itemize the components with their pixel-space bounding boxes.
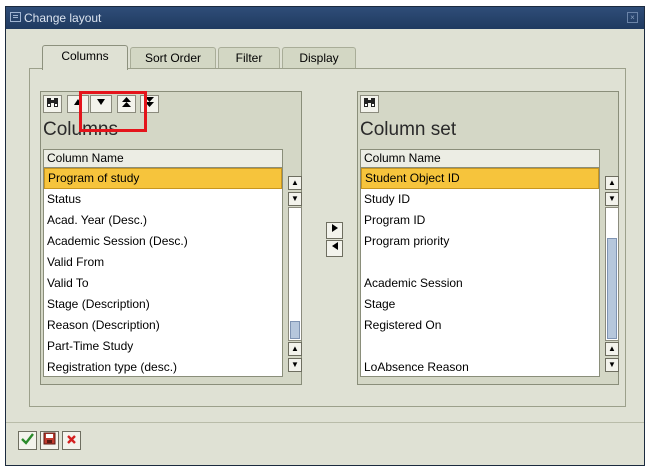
tab-filter[interactable]: Filter xyxy=(218,47,280,69)
window-title: Change layout xyxy=(24,11,102,25)
table-row[interactable]: Program of study xyxy=(44,168,282,189)
table-row[interactable]: Reason (Description) xyxy=(44,315,282,336)
page-up-icon[interactable]: ▲ xyxy=(605,342,619,356)
table-row[interactable] xyxy=(361,252,599,273)
available-columns-table: Column Name Program of study Status Acad… xyxy=(43,149,283,377)
available-columns-box: Columns Column Name Program of study Sta… xyxy=(40,91,302,385)
tab-sort-order[interactable]: Sort Order xyxy=(130,47,216,69)
right-toolbar xyxy=(358,92,618,116)
scroll-track[interactable] xyxy=(288,207,302,341)
table-row[interactable]: Status xyxy=(44,189,282,210)
close-icon[interactable]: × xyxy=(627,12,638,23)
table-row[interactable]: Program ID xyxy=(361,210,599,231)
table-row[interactable]: Registered On xyxy=(361,315,599,336)
remove-column-arrow-icon[interactable] xyxy=(326,240,343,257)
scroll-thumb[interactable] xyxy=(290,321,300,339)
cancel-x-icon[interactable] xyxy=(62,431,81,450)
table-row[interactable]: LoAbsence Reason xyxy=(361,357,599,378)
table-row[interactable]: Valid From xyxy=(44,252,282,273)
scroll-thumb[interactable] xyxy=(607,238,617,339)
table-row[interactable]: Stage xyxy=(361,294,599,315)
table-row[interactable]: Student Object ID xyxy=(361,168,599,189)
dialog-footer xyxy=(6,422,644,465)
save-layout-icon[interactable] xyxy=(40,431,59,450)
column-set-box: Column set Column Name Student Object ID… xyxy=(357,91,619,385)
table-row[interactable] xyxy=(361,336,599,357)
highlight-box xyxy=(79,91,147,132)
table-row[interactable]: Valid To xyxy=(44,273,282,294)
page-down-icon[interactable]: ▼ xyxy=(288,358,302,372)
table-row[interactable]: Study ID xyxy=(361,189,599,210)
window-icon xyxy=(10,12,21,22)
column-set-table: Column Name Student Object ID Study ID P… xyxy=(360,149,600,377)
column-name-header: Column Name xyxy=(44,150,282,168)
table-row[interactable]: Acad. Year (Desc.) xyxy=(44,210,282,231)
right-scrollbar[interactable]: ▲ ▼ ▲ ▼ xyxy=(605,176,623,372)
column-set-title: Column set xyxy=(360,119,457,140)
title-bar: Change layout × xyxy=(6,7,644,29)
table-row[interactable]: Program priority xyxy=(361,231,599,252)
scroll-up-icon[interactable]: ▲ xyxy=(605,176,619,190)
confirm-check-icon[interactable] xyxy=(18,431,37,450)
table-row[interactable]: Stage (Description) xyxy=(44,294,282,315)
find-icon[interactable] xyxy=(43,95,62,113)
scroll-track[interactable] xyxy=(605,207,619,341)
add-column-arrow-icon[interactable] xyxy=(326,222,343,239)
tab-columns[interactable]: Columns xyxy=(42,45,128,70)
tab-display[interactable]: Display xyxy=(282,47,356,69)
table-row[interactable]: Registration type (desc.) xyxy=(44,357,282,378)
find-icon[interactable] xyxy=(360,95,379,113)
page-up-icon[interactable]: ▲ xyxy=(288,342,302,356)
change-layout-dialog: Change layout × Columns Sort Order Filte… xyxy=(5,6,645,466)
table-row[interactable]: Academic Session (Desc.) xyxy=(44,231,282,252)
scroll-down-icon[interactable]: ▼ xyxy=(288,192,302,206)
table-row[interactable]: Academic Session xyxy=(361,273,599,294)
scroll-down-icon[interactable]: ▼ xyxy=(605,192,619,206)
page-down-icon[interactable]: ▼ xyxy=(605,358,619,372)
table-row[interactable]: Part-Time Study xyxy=(44,336,282,357)
left-scrollbar[interactable]: ▲ ▼ ▲ ▼ xyxy=(288,176,306,372)
scroll-up-icon[interactable]: ▲ xyxy=(288,176,302,190)
column-name-header: Column Name xyxy=(361,150,599,168)
